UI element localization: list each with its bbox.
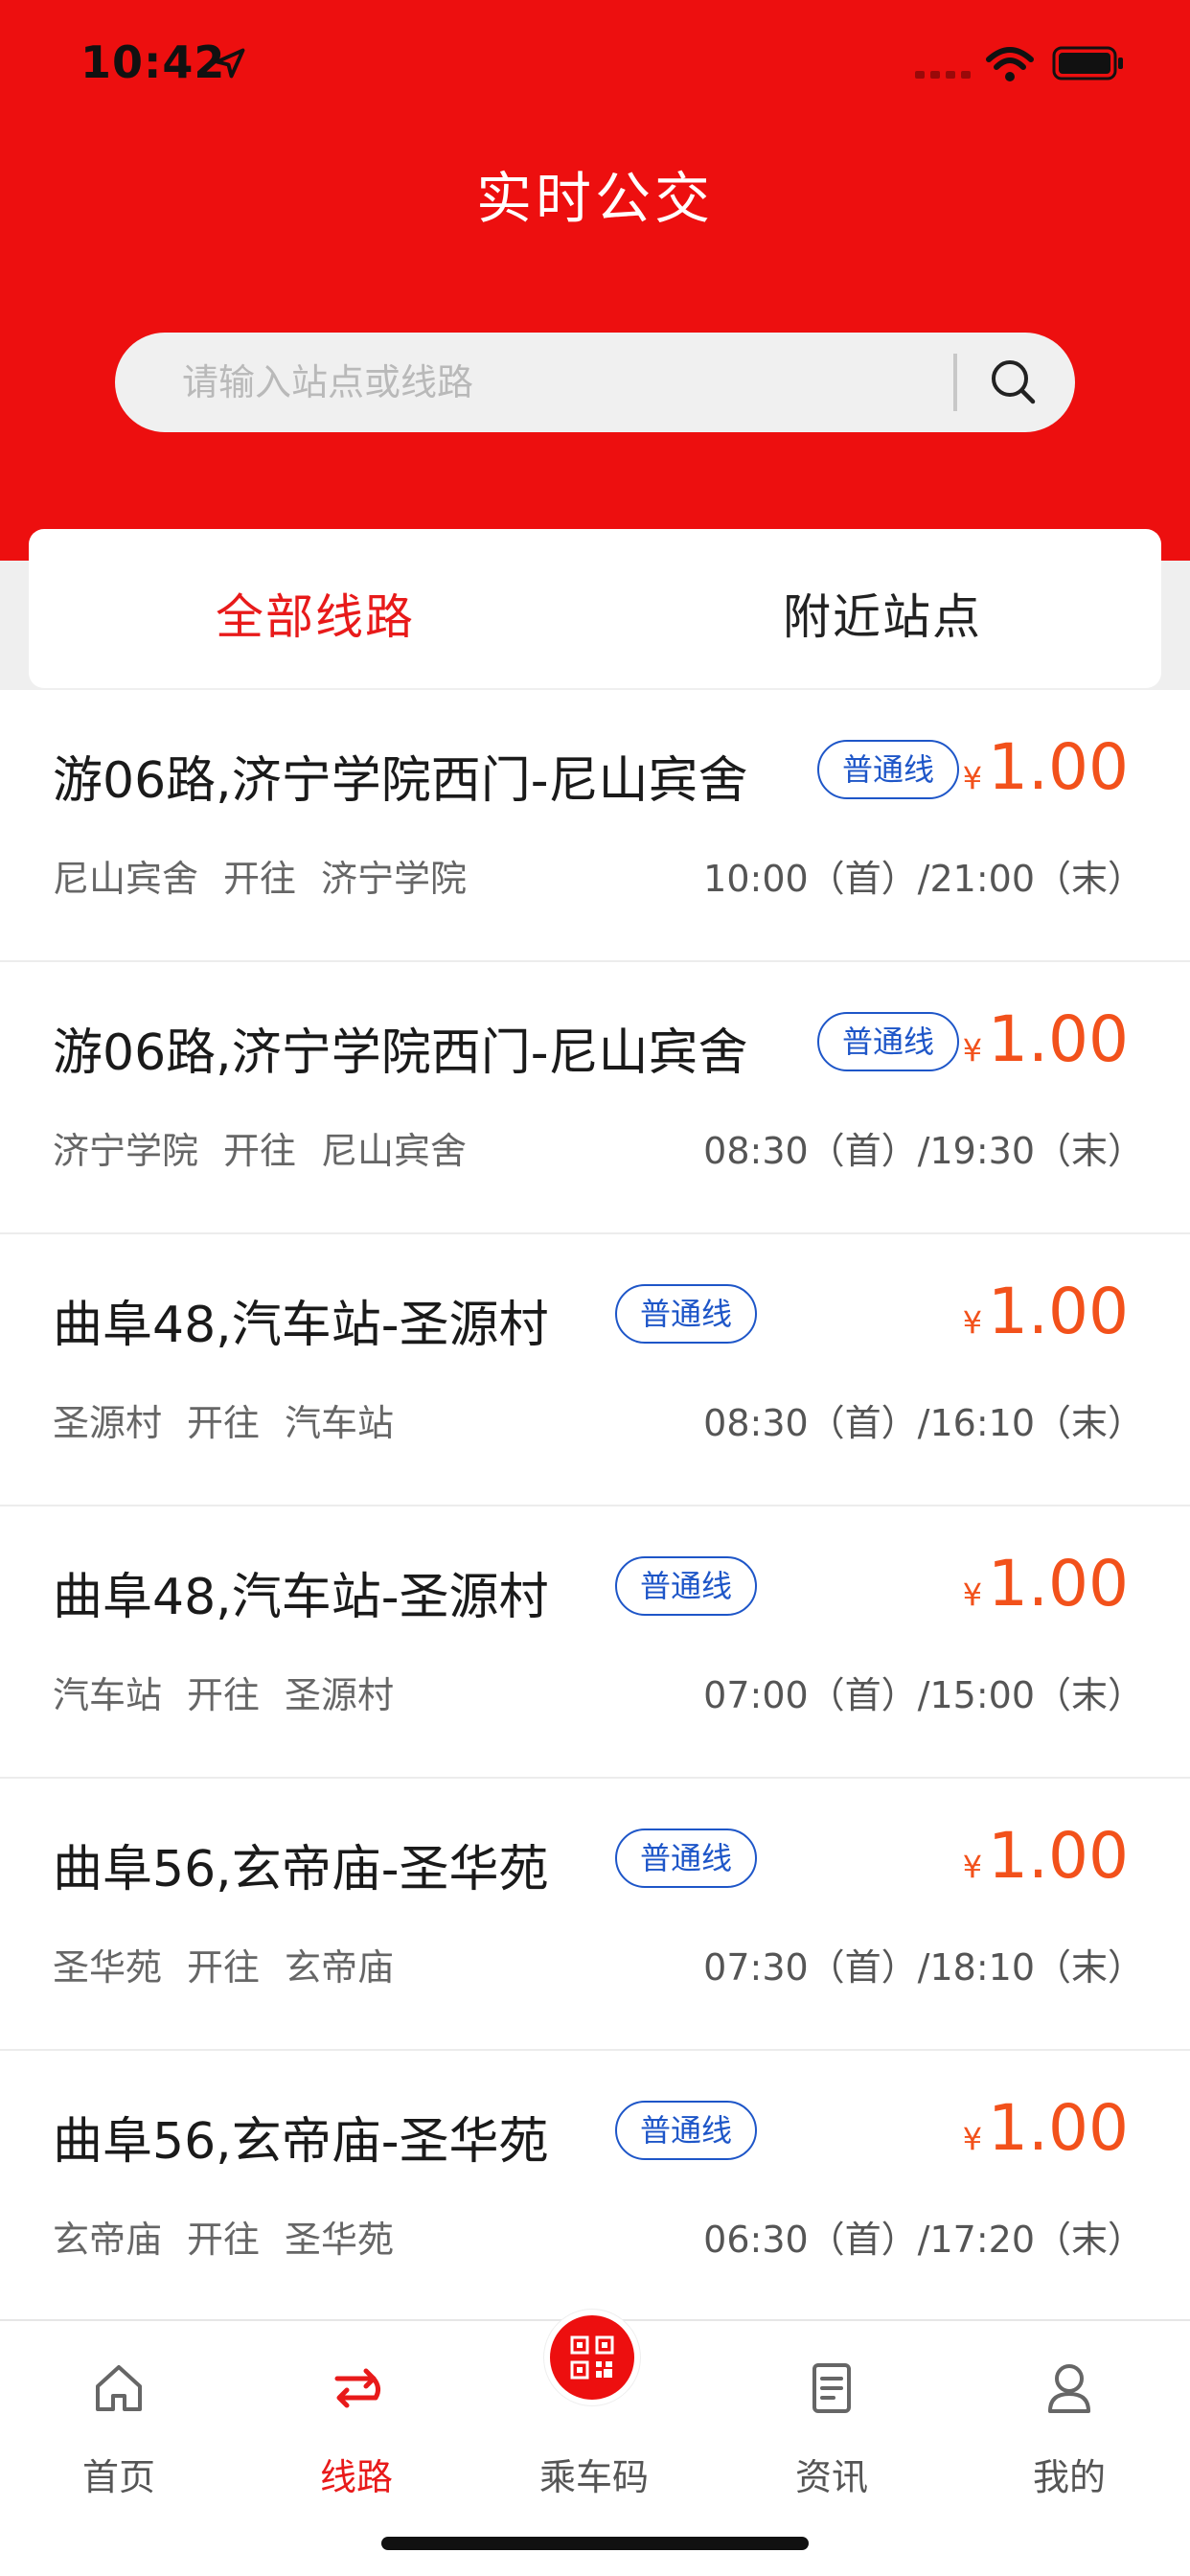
currency-symbol: ¥ — [962, 1032, 983, 1069]
nav-label: 我的 — [1032, 2456, 1106, 2498]
direction-word: 开往 — [223, 1130, 297, 1172]
direction-from: 圣源村 — [53, 1402, 163, 1444]
direction-from: 汽车站 — [53, 1674, 163, 1716]
currency-symbol: ¥ — [962, 1304, 983, 1341]
route-price: ¥1.00 — [963, 1819, 1129, 1893]
route-direction: 济宁学院 开往 尼山宾舍 — [53, 1121, 492, 1174]
search-input[interactable] — [182, 333, 949, 432]
search-divider — [953, 354, 957, 411]
route-name: 曲阜56,玄帝庙-圣华苑 — [53, 1841, 549, 1898]
direction-from: 玄帝庙 — [53, 2219, 163, 2261]
price-amount: 1.00 — [988, 1002, 1129, 1076]
route-hours: 10:00（首）/21:00（末） — [703, 858, 1144, 900]
route-direction: 玄帝庙 开往 圣华苑 — [53, 2210, 419, 2263]
route-type-badge: 普通线 — [615, 1828, 758, 1888]
home-indicator — [381, 2537, 809, 2550]
direction-to: 汽车站 — [285, 1402, 395, 1444]
nav-item-news[interactable]: 资讯 — [713, 2321, 950, 2503]
direction-word: 开往 — [187, 1674, 261, 1716]
route-hours: 08:30（首）/16:10（末） — [703, 1402, 1144, 1444]
currency-symbol: ¥ — [962, 2121, 983, 2157]
currency-symbol: ¥ — [962, 760, 983, 796]
route-hours: 06:30（首）/17:20（末） — [703, 2219, 1144, 2261]
route-icon — [334, 2368, 381, 2408]
nav-label: 线路 — [319, 2456, 393, 2498]
signal-icon — [915, 71, 971, 79]
price-amount: 1.00 — [988, 730, 1129, 804]
route-price: ¥1.00 — [963, 730, 1129, 804]
profile-icon — [1048, 2364, 1090, 2413]
route-price: ¥1.00 — [963, 1547, 1129, 1621]
tab-nearby-stops[interactable]: 附近站点 — [783, 579, 982, 648]
nav-item-home[interactable]: 首页 — [0, 2321, 238, 2503]
route-type-badge: 普通线 — [615, 1556, 758, 1616]
price-amount: 1.00 — [988, 1819, 1129, 1893]
news-icon — [812, 2363, 851, 2413]
nav-item-profile[interactable]: 我的 — [950, 2321, 1188, 2503]
location-arrow-icon — [215, 48, 245, 79]
route-item[interactable]: 曲阜48,汽车站-圣源村 普通线 ¥1.00 圣源村 开往 汽车站 08:30（首）… — [0, 1234, 1190, 1506]
wifi-icon — [986, 47, 1034, 81]
direction-word: 开往 — [223, 858, 297, 900]
direction-to: 圣华苑 — [285, 2219, 395, 2261]
tab-bar: 全部线路 附近站点 — [29, 529, 1161, 688]
route-name: 游06路,济宁学院西门-尼山宾舍 — [53, 1024, 748, 1082]
route-price: ¥1.00 — [963, 1275, 1129, 1348]
route-name: 曲阜56,玄帝庙-圣华苑 — [53, 2113, 549, 2171]
direction-to: 圣源村 — [285, 1674, 395, 1716]
route-type-badge: 普通线 — [615, 2101, 758, 2160]
route-item[interactable]: 曲阜56,玄帝庙-圣华苑 普通线 ¥1.00 玄帝庙 开往 圣华苑 06:30（首）… — [0, 2051, 1190, 2323]
direction-word: 开往 — [187, 1402, 261, 1444]
direction-to: 尼山宾舍 — [321, 1130, 468, 1172]
route-direction: 圣源村 开往 汽车站 — [53, 1393, 419, 1446]
route-hours: 07:00（首）/15:00（末） — [703, 1674, 1144, 1716]
direction-from: 尼山宾舍 — [53, 858, 199, 900]
route-type-badge: 普通线 — [817, 740, 960, 799]
route-item[interactable]: 游06路,济宁学院西门-尼山宾舍 普通线 ¥1.00 济宁学院 开往 尼山宾舍 08… — [0, 962, 1190, 1234]
price-amount: 1.00 — [988, 1275, 1129, 1348]
qr-code-icon — [570, 2335, 614, 2380]
route-name: 曲阜48,汽车站-圣源村 — [53, 1569, 549, 1626]
direction-from: 圣华苑 — [53, 1946, 163, 1989]
route-direction: 圣华苑 开往 玄帝庙 — [53, 1938, 419, 1990]
nav-item-routes[interactable]: 线路 — [238, 2321, 475, 2503]
route-direction: 汽车站 开往 圣源村 — [53, 1666, 419, 1718]
home-icon — [96, 2365, 142, 2411]
route-hours: 08:30（首）/19:30（末） — [703, 1130, 1144, 1172]
route-list: 游06路,济宁学院西门-尼山宾舍 普通线 ¥1.00 尼山宾舍 开往 济宁学院 10… — [0, 690, 1190, 2323]
nav-label: 首页 — [81, 2456, 155, 2498]
search-icon[interactable] — [987, 356, 1041, 409]
battery-icon — [1052, 46, 1123, 80]
direction-word: 开往 — [187, 2219, 261, 2261]
route-direction: 尼山宾舍 开往 济宁学院 — [53, 849, 492, 902]
direction-to: 济宁学院 — [321, 858, 468, 900]
price-amount: 1.00 — [988, 2091, 1129, 2165]
tab-all-routes[interactable]: 全部线路 — [216, 579, 415, 648]
route-item[interactable]: 曲阜56,玄帝庙-圣华苑 普通线 ¥1.00 圣华苑 开往 玄帝庙 07:30（首）… — [0, 1779, 1190, 2051]
direction-word: 开往 — [187, 1946, 261, 1989]
direction-to: 玄帝庙 — [285, 1946, 395, 1989]
route-price: ¥1.00 — [963, 2091, 1129, 2165]
direction-from: 济宁学院 — [53, 1130, 199, 1172]
nav-label: 乘车码 — [538, 2456, 649, 2498]
route-item[interactable]: 游06路,济宁学院西门-尼山宾舍 普通线 ¥1.00 尼山宾舍 开往 济宁学院 10… — [0, 690, 1190, 962]
currency-symbol: ¥ — [962, 1576, 983, 1613]
price-amount: 1.00 — [988, 1547, 1129, 1621]
nav-label: 资讯 — [794, 2456, 868, 2498]
route-type-badge: 普通线 — [615, 1284, 758, 1344]
status-time: 10:42 — [80, 36, 226, 88]
page-title: 实时公交 — [475, 166, 714, 231]
route-type-badge: 普通线 — [817, 1012, 960, 1071]
route-item[interactable]: 曲阜48,汽车站-圣源村 普通线 ¥1.00 汽车站 开往 圣源村 07:00（首）… — [0, 1506, 1190, 1779]
route-price: ¥1.00 — [963, 1002, 1129, 1076]
ride-code-button[interactable] — [544, 2310, 640, 2405]
currency-symbol: ¥ — [962, 1849, 983, 1885]
route-name: 曲阜48,汽车站-圣源村 — [53, 1297, 549, 1354]
search-bar[interactable] — [115, 333, 1075, 432]
route-name: 游06路,济宁学院西门-尼山宾舍 — [53, 752, 748, 810]
status-bar: 10:42 — [0, 0, 1190, 125]
route-hours: 07:30（首）/18:10（末） — [703, 1946, 1144, 1989]
